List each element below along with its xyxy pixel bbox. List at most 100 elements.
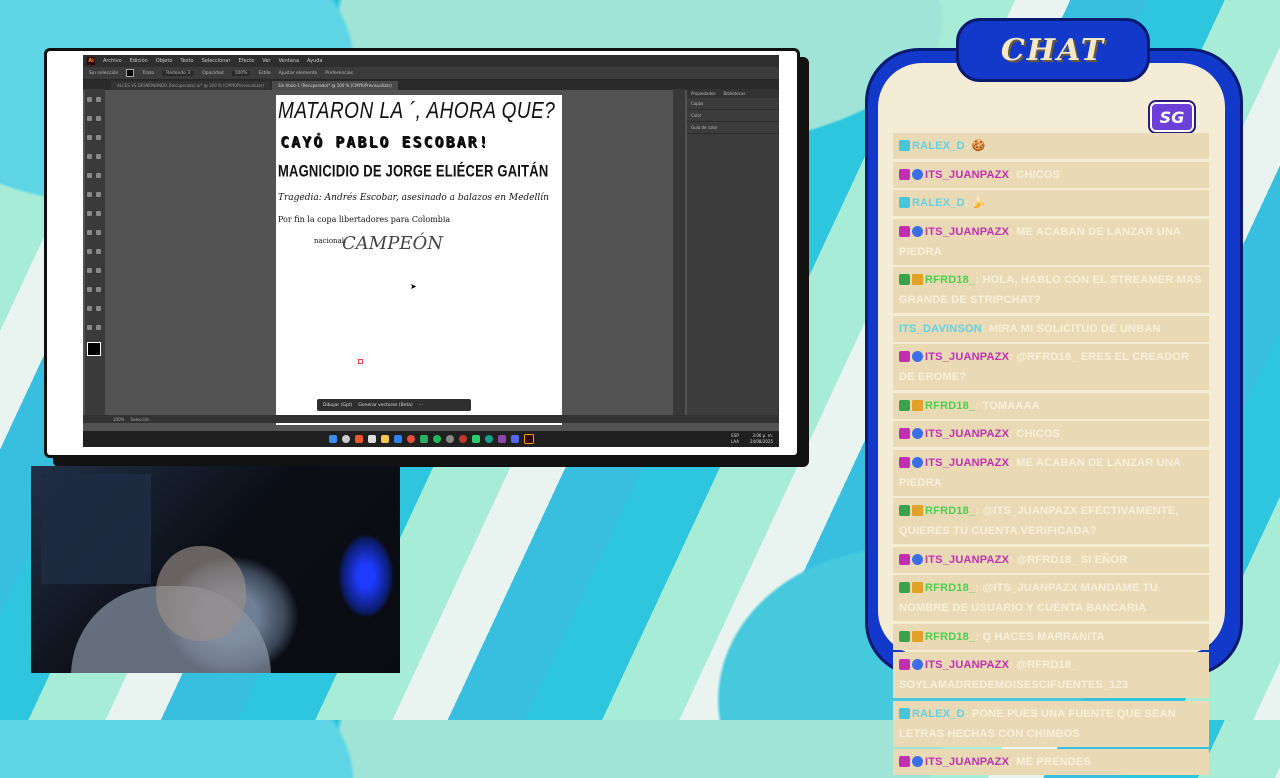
chat-username[interactable]: ITS_JUANPAZX xyxy=(925,554,1009,566)
vscode-icon[interactable] xyxy=(419,435,428,443)
opacity-input[interactable]: 100% xyxy=(231,70,251,76)
panel-capas[interactable]: Capas xyxy=(687,98,779,110)
graph-tool-icon[interactable] xyxy=(96,287,101,292)
preferences-button[interactable]: Preferencias xyxy=(325,71,353,76)
chat-message: RALEX_D: 🍌 xyxy=(893,190,1209,216)
tab-alces[interactable]: ALCES VS DESMONANDO (Recuperado).ai* @ 1… xyxy=(111,81,271,90)
direct-selection-tool-icon[interactable] xyxy=(96,97,101,102)
tab-bibliotecas[interactable]: Bibliotecas xyxy=(724,91,746,96)
chat-text: MIRA MI SOLICITUD DE UNBAN xyxy=(989,322,1161,335)
spotify-icon[interactable] xyxy=(432,435,441,443)
shape-builder-tool-icon[interactable] xyxy=(87,230,92,235)
chat-username[interactable]: ITS_JUANPAZX xyxy=(925,169,1009,181)
artboard-tool-icon[interactable] xyxy=(87,306,92,311)
xbox-icon[interactable] xyxy=(471,435,480,443)
blend-tool-icon[interactable] xyxy=(96,268,101,273)
menu-archivo[interactable]: Archivo xyxy=(103,58,122,64)
chat-username[interactable]: ITS_JUANPAZX xyxy=(925,428,1009,440)
tools-panel xyxy=(85,89,105,415)
chrome-icon[interactable] xyxy=(406,435,415,443)
zoom-level[interactable]: 100% xyxy=(113,417,124,422)
chat-username[interactable]: ITS_DAVINSON xyxy=(899,323,982,335)
chat-username[interactable]: ITS_JUANPAZX xyxy=(925,756,1009,768)
start-icon[interactable] xyxy=(328,435,337,443)
rectangle-tool-icon[interactable] xyxy=(87,154,92,159)
tab-propiedades[interactable]: Propiedades xyxy=(691,91,716,96)
line-tool-icon[interactable] xyxy=(96,135,101,140)
mouse-pointer-icon: ➤ xyxy=(410,282,417,291)
chat-username[interactable]: RFRD18_ xyxy=(925,400,975,412)
panel-guia-color[interactable]: Guía de color xyxy=(687,122,779,134)
menu-edicion[interactable]: Edición xyxy=(130,58,148,64)
chat-username[interactable]: RALEX_D xyxy=(912,197,965,209)
generate-vectors-button[interactable]: Generar vectores (Beta) xyxy=(358,403,412,408)
brave-browser-icon[interactable] xyxy=(354,435,363,443)
paintbrush-tool-icon[interactable] xyxy=(96,154,101,159)
chat-username[interactable]: RALEX_D xyxy=(912,140,965,152)
headline-copa[interactable]: Por fin la copa libertadores para Colomb… xyxy=(278,215,450,224)
more-options-button[interactable]: ··· xyxy=(419,403,423,408)
menu-objeto[interactable]: Objeto xyxy=(156,58,173,64)
perspective-tool-icon[interactable] xyxy=(96,230,101,235)
menu-ver[interactable]: Ver xyxy=(262,58,270,64)
store-icon[interactable] xyxy=(393,435,402,443)
rotate-tool-icon[interactable] xyxy=(87,192,92,197)
selection-tool-icon[interactable] xyxy=(87,97,92,102)
chat-separator: : xyxy=(964,707,972,720)
fill-stroke-swatches[interactable] xyxy=(87,342,101,356)
eyedropper-tool-icon[interactable] xyxy=(87,268,92,273)
chat-username[interactable]: ITS_JUANPAZX xyxy=(925,226,1009,238)
menu-texto[interactable]: Texto xyxy=(180,58,193,64)
chat-username[interactable]: ITS_JUANPAZX xyxy=(925,457,1009,469)
curvature-tool-icon[interactable] xyxy=(96,116,101,121)
headline-magnicidio[interactable]: MAGNICIDIO DE JORGE ELIÉCER GAITÁN xyxy=(278,161,548,181)
media-icon[interactable] xyxy=(497,435,506,443)
symbol-tool-icon[interactable] xyxy=(87,287,92,292)
edge-icon[interactable] xyxy=(484,435,493,443)
discord-icon[interactable] xyxy=(510,435,519,443)
panel-color[interactable]: Color xyxy=(687,110,779,122)
zoom-tool-icon[interactable] xyxy=(96,325,101,330)
eraser-tool-icon[interactable] xyxy=(96,173,101,178)
file-explorer-icon[interactable] xyxy=(380,435,389,443)
obs-icon[interactable] xyxy=(458,435,467,443)
hand-tool-icon[interactable] xyxy=(87,325,92,330)
chat-username[interactable]: ITS_JUANPAZX xyxy=(925,351,1009,363)
align-label[interactable]: Ajustar elemento xyxy=(279,71,318,76)
pen-tool-icon[interactable] xyxy=(87,116,92,121)
style-label[interactable]: Estilo xyxy=(258,71,270,76)
chat-username[interactable]: RFRD18_ xyxy=(925,631,975,643)
mesh-tool-icon[interactable] xyxy=(87,249,92,254)
tab-sin-titulo[interactable]: Sin título-1 (Recuperado)* @ 100 % (CMYK… xyxy=(272,81,398,90)
chat-username[interactable]: RFRD18_ xyxy=(925,505,975,517)
chat-username[interactable]: RFRD18_ xyxy=(925,582,975,594)
chat-username[interactable]: RALEX_D xyxy=(912,708,965,720)
chat-username[interactable]: RFRD18_ xyxy=(925,274,975,286)
gradient-tool-icon[interactable] xyxy=(96,249,101,254)
search-icon[interactable] xyxy=(341,435,350,443)
free-transform-tool-icon[interactable] xyxy=(96,211,101,216)
settings-icon[interactable] xyxy=(445,435,454,443)
menu-ayuda[interactable]: Ayuda xyxy=(307,58,322,64)
language-indicator[interactable]: ESP LAA xyxy=(731,433,739,445)
draw-button[interactable]: Dibujar (Gpt) xyxy=(323,403,352,408)
scale-tool-icon[interactable] xyxy=(96,192,101,197)
chat-username[interactable]: ITS_JUANPAZX xyxy=(925,659,1009,671)
menu-efecto[interactable]: Efecto xyxy=(239,58,255,64)
brush-select[interactable]: Redondo 3 xyxy=(162,70,195,76)
artboard[interactable]: MATARON LA ´, AHORA QUE? CAYÓ PABLO ESCO… xyxy=(276,95,562,425)
type-tool-icon[interactable] xyxy=(87,135,92,140)
warp-tool-icon[interactable] xyxy=(87,211,92,216)
headline-cayo-pablo[interactable]: CAYÓ PABLO ESCOBAR! xyxy=(280,133,490,151)
illustrator-taskbar-icon[interactable] xyxy=(523,434,534,444)
fill-swatch[interactable] xyxy=(126,69,135,77)
headline-mataron[interactable]: MATARON LA ´, AHORA QUE? xyxy=(278,99,555,125)
headline-campeon[interactable]: CAMPEÓN xyxy=(342,233,443,254)
taskbar-clock[interactable]: 3:06 p. m. 24/08/2025 xyxy=(750,433,773,445)
menu-ventana[interactable]: Ventana xyxy=(278,58,299,64)
pencil-tool-icon[interactable] xyxy=(87,173,92,178)
headline-tragedia[interactable]: Tragedia: Andrés Escobar, asesinado a ba… xyxy=(278,193,549,203)
calendar-icon[interactable] xyxy=(367,435,376,443)
menu-seleccionar[interactable]: Seleccionar xyxy=(202,58,231,64)
slice-tool-icon[interactable] xyxy=(96,306,101,311)
